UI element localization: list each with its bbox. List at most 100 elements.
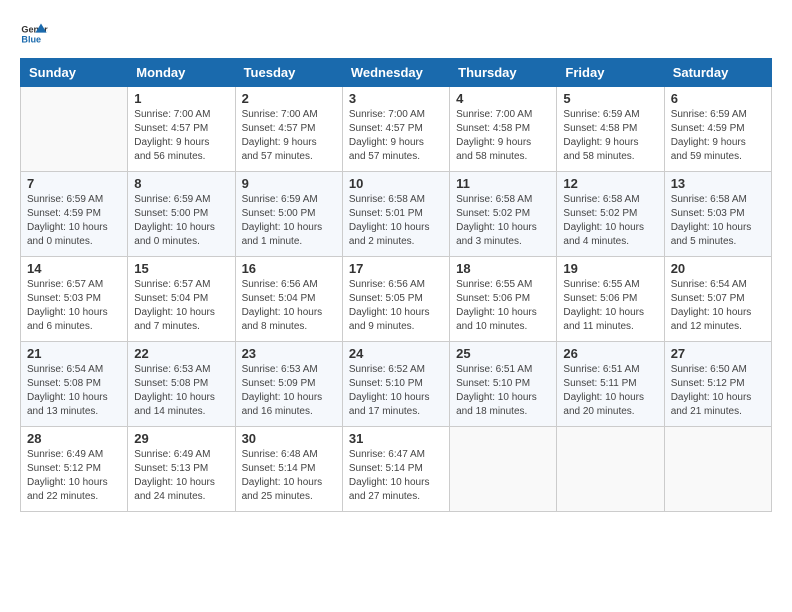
day-info: Sunrise: 6:54 AM Sunset: 5:07 PM Dayligh… [671,278,765,334]
day-info: Sunrise: 6:56 AM Sunset: 5:05 PM Dayligh… [349,278,443,334]
calendar-cell: 23 Sunrise: 6:53 AM Sunset: 5:09 PM Dayli… [235,342,342,427]
day-number: 6 [671,91,765,106]
day-info: Sunrise: 6:59 AM Sunset: 5:00 PM Dayligh… [242,193,336,249]
day-number: 19 [563,261,657,276]
calendar-cell: 24 Sunrise: 6:52 AM Sunset: 5:10 PM Dayli… [342,342,449,427]
logo: General Blue [20,20,52,48]
day-info: Sunrise: 6:49 AM Sunset: 5:12 PM Dayligh… [27,448,121,504]
calendar-cell [557,427,664,512]
day-info: Sunrise: 6:50 AM Sunset: 5:12 PM Dayligh… [671,363,765,419]
day-number: 16 [242,261,336,276]
day-info: Sunrise: 7:00 AM Sunset: 4:57 PM Dayligh… [134,108,228,164]
week-row-4: 21Sunrise: 6:54 AM Sunset: 5:08 PM Dayli… [21,342,772,427]
calendar-cell: 13 Sunrise: 6:58 AM Sunset: 5:03 PM Dayli… [664,172,771,257]
week-row-1: 1Sunrise: 7:00 AM Sunset: 4:57 PM Daylig… [21,87,772,172]
header-saturday: Saturday [664,59,771,87]
calendar-cell: 4 Sunrise: 7:00 AM Sunset: 4:58 PM Daylig… [450,87,557,172]
calendar-cell: 6 Sunrise: 6:59 AM Sunset: 4:59 PM Daylig… [664,87,771,172]
day-info: Sunrise: 6:59 AM Sunset: 4:59 PM Dayligh… [27,193,121,249]
week-row-5: 28 Sunrise: 6:49 AM Sunset: 5:12 PM Dayli… [21,427,772,512]
calendar-cell: 14 Sunrise: 6:57 AM Sunset: 5:03 PM Dayli… [21,257,128,342]
day-number: 4 [456,91,550,106]
day-number: 2 [242,91,336,106]
day-info: Sunrise: 6:56 AM Sunset: 5:04 PM Dayligh… [242,278,336,334]
day-number: 30 [242,431,336,446]
calendar-cell: 19 Sunrise: 6:55 AM Sunset: 5:06 PM Dayli… [557,257,664,342]
calendar-cell: 25Sunrise: 6:51 AM Sunset: 5:10 PM Dayli… [450,342,557,427]
calendar-cell: 20 Sunrise: 6:54 AM Sunset: 5:07 PM Dayli… [664,257,771,342]
calendar-cell: 2 Sunrise: 7:00 AM Sunset: 4:57 PM Daylig… [235,87,342,172]
day-info: Sunrise: 6:59 AM Sunset: 4:58 PM Dayligh… [563,108,657,164]
day-info: Sunrise: 7:00 AM Sunset: 4:57 PM Dayligh… [242,108,336,164]
calendar-cell: 11Sunrise: 6:58 AM Sunset: 5:02 PM Dayli… [450,172,557,257]
day-number: 24 [349,346,443,361]
header-sunday: Sunday [21,59,128,87]
calendar: SundayMondayTuesdayWednesdayThursdayFrid… [20,58,772,512]
day-info: Sunrise: 6:57 AM Sunset: 5:04 PM Dayligh… [134,278,228,334]
calendar-cell: 8 Sunrise: 6:59 AM Sunset: 5:00 PM Daylig… [128,172,235,257]
header-monday: Monday [128,59,235,87]
day-number: 8 [134,176,228,191]
day-info: Sunrise: 6:53 AM Sunset: 5:09 PM Dayligh… [242,363,336,419]
calendar-cell: 1Sunrise: 7:00 AM Sunset: 4:57 PM Daylig… [128,87,235,172]
calendar-cell: 15 Sunrise: 6:57 AM Sunset: 5:04 PM Dayli… [128,257,235,342]
day-number: 20 [671,261,765,276]
day-number: 15 [134,261,228,276]
calendar-cell: 16 Sunrise: 6:56 AM Sunset: 5:04 PM Dayli… [235,257,342,342]
day-info: Sunrise: 6:52 AM Sunset: 5:10 PM Dayligh… [349,363,443,419]
day-info: Sunrise: 6:51 AM Sunset: 5:11 PM Dayligh… [563,363,657,419]
calendar-cell [450,427,557,512]
day-info: Sunrise: 6:59 AM Sunset: 5:00 PM Dayligh… [134,193,228,249]
day-info: Sunrise: 6:58 AM Sunset: 5:02 PM Dayligh… [456,193,550,249]
svg-text:Blue: Blue [21,34,41,44]
calendar-cell: 17 Sunrise: 6:56 AM Sunset: 5:05 PM Dayli… [342,257,449,342]
week-row-3: 14 Sunrise: 6:57 AM Sunset: 5:03 PM Dayli… [21,257,772,342]
header-tuesday: Tuesday [235,59,342,87]
day-info: Sunrise: 6:49 AM Sunset: 5:13 PM Dayligh… [134,448,228,504]
calendar-cell: 31 Sunrise: 6:47 AM Sunset: 5:14 PM Dayli… [342,427,449,512]
calendar-header-row: SundayMondayTuesdayWednesdayThursdayFrid… [21,59,772,87]
calendar-cell: 9 Sunrise: 6:59 AM Sunset: 5:00 PM Daylig… [235,172,342,257]
header-friday: Friday [557,59,664,87]
calendar-cell: 22 Sunrise: 6:53 AM Sunset: 5:08 PM Dayli… [128,342,235,427]
day-number: 17 [349,261,443,276]
day-info: Sunrise: 6:57 AM Sunset: 5:03 PM Dayligh… [27,278,121,334]
day-number: 31 [349,431,443,446]
calendar-cell: 10 Sunrise: 6:58 AM Sunset: 5:01 PM Dayli… [342,172,449,257]
calendar-cell [664,427,771,512]
day-info: Sunrise: 7:00 AM Sunset: 4:57 PM Dayligh… [349,108,443,164]
calendar-cell: 21Sunrise: 6:54 AM Sunset: 5:08 PM Dayli… [21,342,128,427]
day-number: 13 [671,176,765,191]
day-number: 3 [349,91,443,106]
day-number: 7 [27,176,121,191]
header: General Blue [20,20,772,48]
calendar-cell: 12Sunrise: 6:58 AM Sunset: 5:02 PM Dayli… [557,172,664,257]
calendar-cell: 3 Sunrise: 7:00 AM Sunset: 4:57 PM Daylig… [342,87,449,172]
calendar-cell: 30Sunrise: 6:48 AM Sunset: 5:14 PM Dayli… [235,427,342,512]
day-info: Sunrise: 6:53 AM Sunset: 5:08 PM Dayligh… [134,363,228,419]
day-info: Sunrise: 6:51 AM Sunset: 5:10 PM Dayligh… [456,363,550,419]
calendar-cell: 27 Sunrise: 6:50 AM Sunset: 5:12 PM Dayli… [664,342,771,427]
day-info: Sunrise: 6:59 AM Sunset: 4:59 PM Dayligh… [671,108,765,164]
day-number: 10 [349,176,443,191]
logo-icon: General Blue [20,20,48,48]
day-number: 5 [563,91,657,106]
day-info: Sunrise: 6:47 AM Sunset: 5:14 PM Dayligh… [349,448,443,504]
day-info: Sunrise: 6:58 AM Sunset: 5:01 PM Dayligh… [349,193,443,249]
week-row-2: 7 Sunrise: 6:59 AM Sunset: 4:59 PM Daylig… [21,172,772,257]
day-number: 28 [27,431,121,446]
day-info: Sunrise: 6:58 AM Sunset: 5:03 PM Dayligh… [671,193,765,249]
day-number: 26 [563,346,657,361]
calendar-cell: 28 Sunrise: 6:49 AM Sunset: 5:12 PM Dayli… [21,427,128,512]
day-number: 23 [242,346,336,361]
calendar-cell: 5 Sunrise: 6:59 AM Sunset: 4:58 PM Daylig… [557,87,664,172]
calendar-cell: 29Sunrise: 6:49 AM Sunset: 5:13 PM Dayli… [128,427,235,512]
calendar-cell: 7 Sunrise: 6:59 AM Sunset: 4:59 PM Daylig… [21,172,128,257]
day-info: Sunrise: 7:00 AM Sunset: 4:58 PM Dayligh… [456,108,550,164]
day-number: 18 [456,261,550,276]
day-number: 9 [242,176,336,191]
day-info: Sunrise: 6:55 AM Sunset: 5:06 PM Dayligh… [563,278,657,334]
day-number: 27 [671,346,765,361]
day-number: 22 [134,346,228,361]
day-number: 14 [27,261,121,276]
